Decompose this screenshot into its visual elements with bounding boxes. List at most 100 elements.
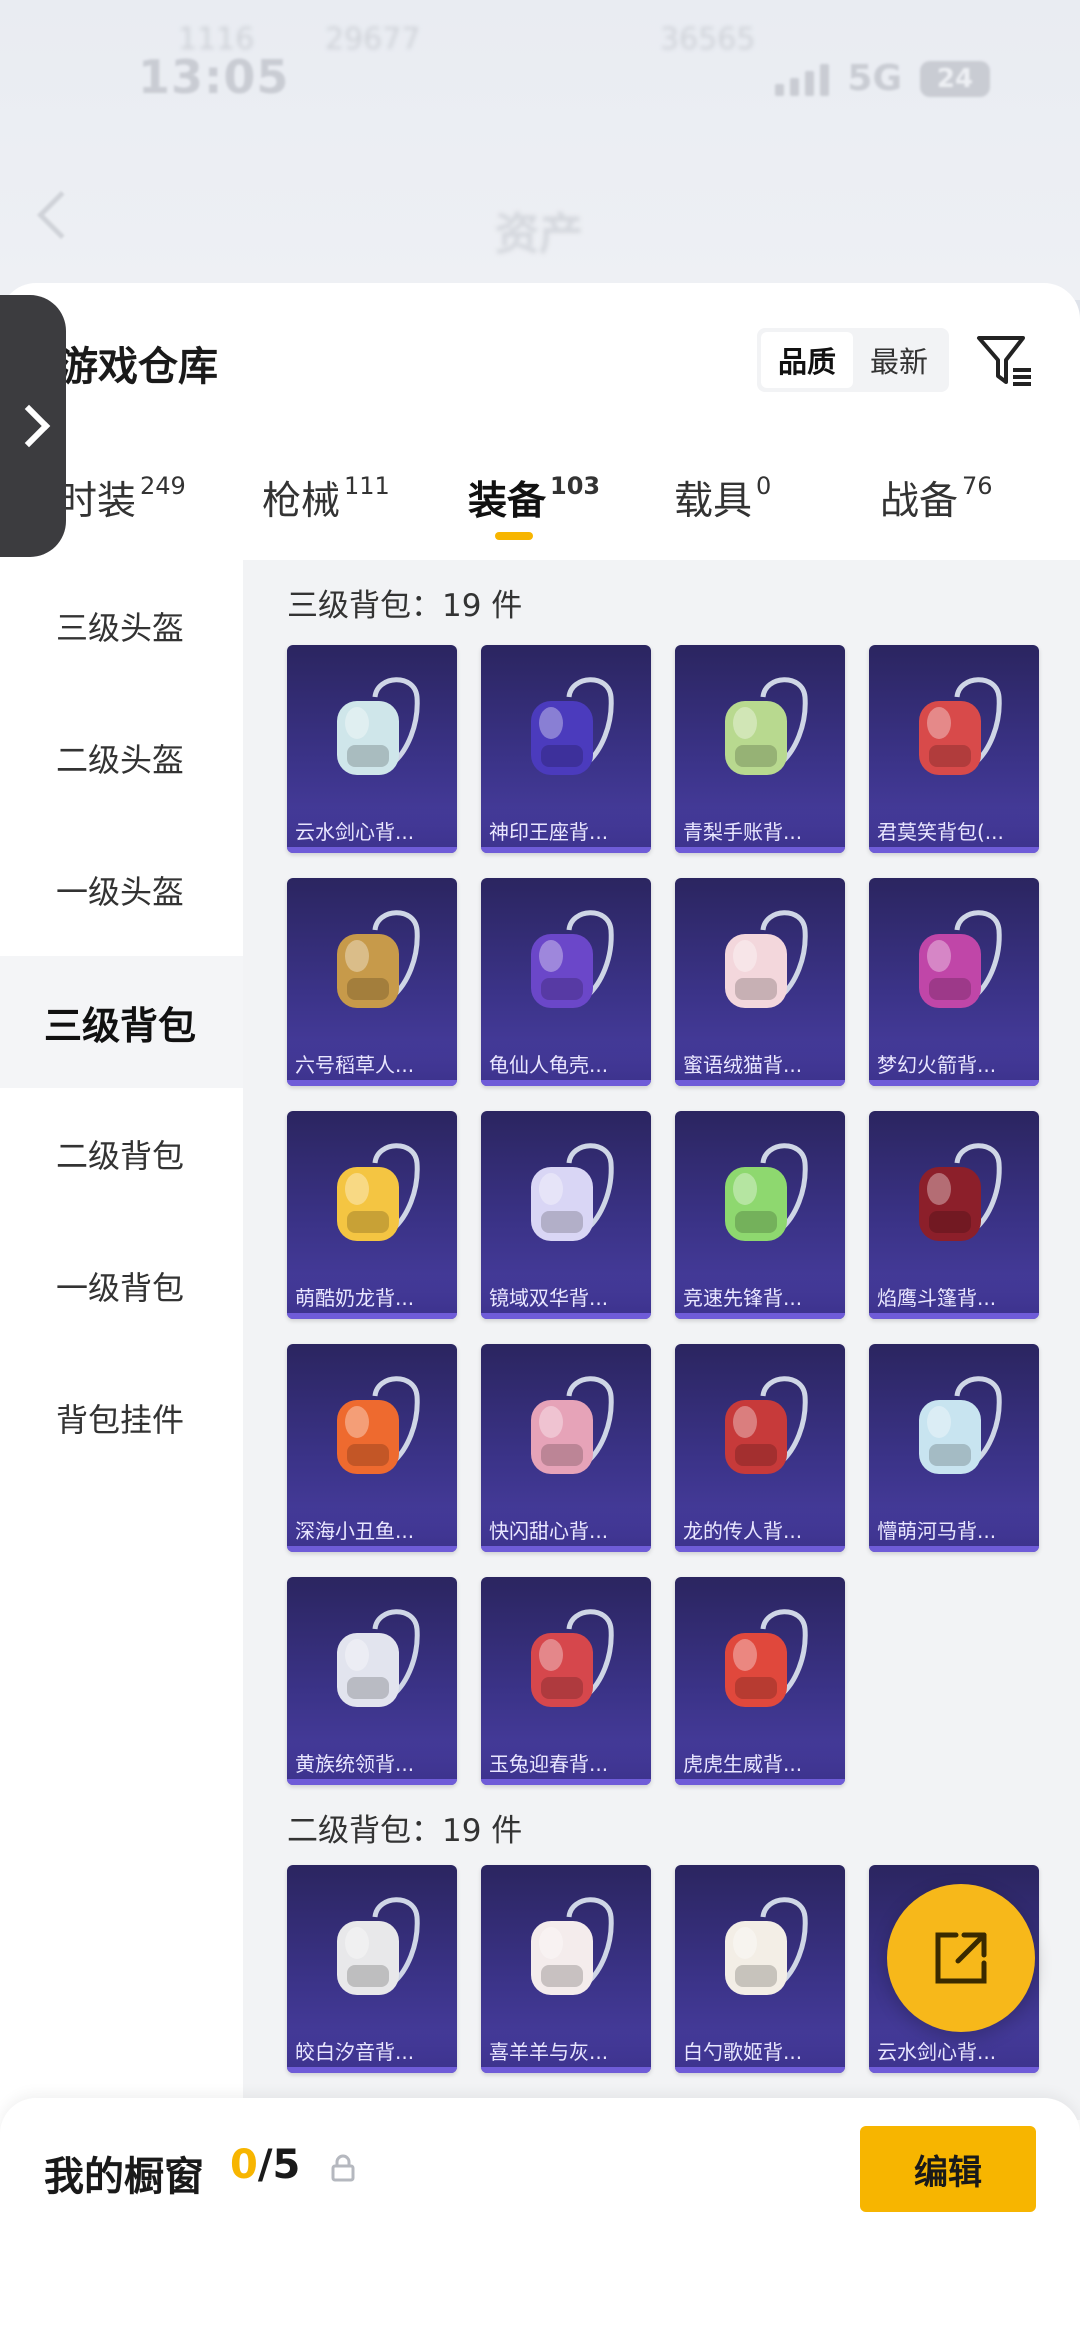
status-time: 13:05	[138, 50, 290, 104]
chevron-right-icon	[7, 404, 51, 448]
item-card[interactable]: 焰鹰斗篷背...	[869, 1111, 1039, 1319]
showcase-bar: 我的橱窗 0/5 编辑	[0, 2098, 1080, 2341]
sidebar-item-lv1-helmet[interactable]: 一级头盔	[0, 824, 243, 956]
section-title: 三级背包：19 件	[287, 588, 523, 624]
sort-option-quality[interactable]: 品质	[761, 332, 853, 388]
clownfish-backpack-icon	[337, 1376, 420, 1474]
tab-weapons[interactable]: 枪械 111	[262, 470, 390, 526]
heart-backpack-icon	[531, 1376, 614, 1474]
tab-gear[interactable]: 战备 76	[880, 470, 993, 526]
cat-backpack-icon	[725, 910, 808, 1008]
sidebar-item-lv3-backpack[interactable]: 三级背包	[0, 956, 243, 1088]
tab-label: 枪械	[262, 479, 341, 524]
commander-backpack-icon	[337, 1609, 420, 1707]
sidebar-item-backpack-charm[interactable]: 背包挂件	[0, 1352, 243, 1484]
tab-fashion[interactable]: 时装 249	[58, 470, 186, 526]
share-button[interactable]	[887, 1884, 1035, 2032]
item-card[interactable]: 黄族统领背...	[287, 1577, 457, 1785]
drawer-handle[interactable]	[0, 295, 66, 557]
pear-backpack-icon	[725, 677, 808, 775]
item-card[interactable]: 蜜语绒猫背...	[675, 878, 845, 1086]
tab-count: 111	[344, 472, 390, 500]
tab-equipment[interactable]: 装备 103	[468, 470, 600, 526]
eagle-backpack-icon	[919, 1143, 1002, 1241]
sidebar-item-label: 一级头盔	[56, 873, 185, 911]
item-card[interactable]: 龙的传人背...	[675, 1344, 845, 1552]
panel-title: 游戏仓库	[58, 344, 218, 390]
item-name: 青梨手账背...	[683, 820, 803, 844]
item-name: 龙的传人背...	[683, 1519, 803, 1543]
item-card[interactable]: 青梨手账背...	[675, 645, 845, 853]
item-name: 虎虎生威背...	[683, 1752, 803, 1776]
item-card[interactable]: 皎白汐音背...	[287, 1865, 457, 2073]
item-card[interactable]: 竞速先锋背...	[675, 1111, 845, 1319]
sidebar-item-lv3-helmet[interactable]: 三级头盔	[0, 560, 243, 692]
item-card[interactable]: 神印王座背...	[481, 645, 651, 853]
item-card[interactable]: 六号稻草人...	[287, 878, 457, 1086]
signal-icon	[775, 62, 830, 96]
edit-button[interactable]: 编辑	[860, 2126, 1036, 2212]
background-page: 13:05 1116 29677 36565 5G 24 资产	[0, 0, 1080, 300]
item-card[interactable]: 深海小丑鱼...	[287, 1344, 457, 1552]
sidebar-item-label: 二级背包	[56, 1137, 185, 1175]
tab-vehicles[interactable]: 载具 0	[674, 470, 771, 526]
item-card[interactable]: 镜域双华背...	[481, 1111, 651, 1319]
sidebar-item-label: 背包挂件	[56, 1401, 185, 1439]
tab-count: 249	[140, 472, 186, 500]
back-icon[interactable]	[36, 190, 86, 240]
item-card[interactable]: 君莫笑背包(...	[869, 645, 1039, 853]
sidebar-item-lv2-backpack[interactable]: 二级背包	[0, 1088, 243, 1220]
bunny-backpack-icon	[725, 1897, 808, 1995]
battery-icon: 24	[920, 60, 990, 97]
shell-backpack-icon	[337, 1897, 420, 1995]
tab-label: 载具	[674, 479, 753, 524]
item-name: 黄族统领背...	[295, 1752, 415, 1776]
lock-icon	[331, 2154, 355, 2182]
item-card[interactable]: 玉兔迎春背...	[481, 1577, 651, 1785]
item-name: 君莫笑背包(...	[877, 820, 1004, 844]
network-label: 5G	[847, 58, 902, 99]
item-name: 竞速先锋背...	[683, 1286, 803, 1310]
item-card[interactable]: 懵萌河马背...	[869, 1344, 1039, 1552]
item-name: 白勺歌姬背...	[683, 2040, 803, 2064]
item-card[interactable]: 梦幻火箭背...	[869, 878, 1039, 1086]
item-card[interactable]: 云水剑心背...	[287, 645, 457, 853]
item-name: 云水剑心背...	[295, 820, 415, 844]
category-tabs: 时装 249 枪械 111 装备 103 载具 0 战备 76	[0, 470, 1080, 550]
scarecrow-backpack-icon	[337, 910, 420, 1008]
status-indicators: 5G 24	[775, 58, 990, 99]
status-blurred-mid: 29677	[325, 22, 421, 57]
mirror-backpack-icon	[531, 1143, 614, 1241]
sidebar-item-lv2-helmet[interactable]: 二级头盔	[0, 692, 243, 824]
item-name: 蜜语绒猫背...	[683, 1053, 803, 1077]
active-tab-indicator	[495, 532, 533, 540]
share-icon	[935, 1932, 987, 1984]
item-card[interactable]: 喜羊羊与灰...	[481, 1865, 651, 2073]
item-card[interactable]: 虎虎生威背...	[675, 1577, 845, 1785]
tiger-backpack-icon	[725, 1609, 808, 1707]
item-name: 懵萌河马背...	[877, 1519, 997, 1543]
item-name: 镜域双华背...	[489, 1286, 609, 1310]
sidebar-item-label: 二级头盔	[56, 741, 185, 779]
sort-option-latest[interactable]: 最新	[853, 332, 945, 388]
tab-count: 76	[962, 472, 993, 500]
item-name: 快闪甜心背...	[489, 1519, 609, 1543]
section-title: 二级背包：19 件	[287, 1813, 523, 1849]
sidebar-item-lv1-backpack[interactable]: 一级背包	[0, 1220, 243, 1352]
item-name: 神印王座背...	[489, 820, 609, 844]
dragon-heir-backpack-icon	[725, 1376, 808, 1474]
item-name: 梦幻火箭背...	[877, 1053, 997, 1077]
tab-count: 103	[550, 472, 601, 500]
tab-label: 时装	[58, 479, 137, 524]
tab-count: 0	[756, 472, 772, 500]
dragon-backpack-icon	[337, 1143, 420, 1241]
item-card[interactable]: 白勺歌姬背...	[675, 1865, 845, 2073]
item-card[interactable]: 龟仙人龟壳...	[481, 878, 651, 1086]
item-card[interactable]: 快闪甜心背...	[481, 1344, 651, 1552]
turtle-shell-icon	[531, 910, 614, 1008]
item-name: 深海小丑鱼...	[295, 1519, 415, 1543]
subcategory-sidebar: 三级头盔 二级头盔 一级头盔 三级背包 二级背包 一级背包 背包挂件	[0, 560, 243, 2120]
filter-icon[interactable]	[973, 330, 1035, 392]
item-card[interactable]: 萌酷奶龙背...	[287, 1111, 457, 1319]
status-blurred-right: 36565	[660, 22, 756, 57]
